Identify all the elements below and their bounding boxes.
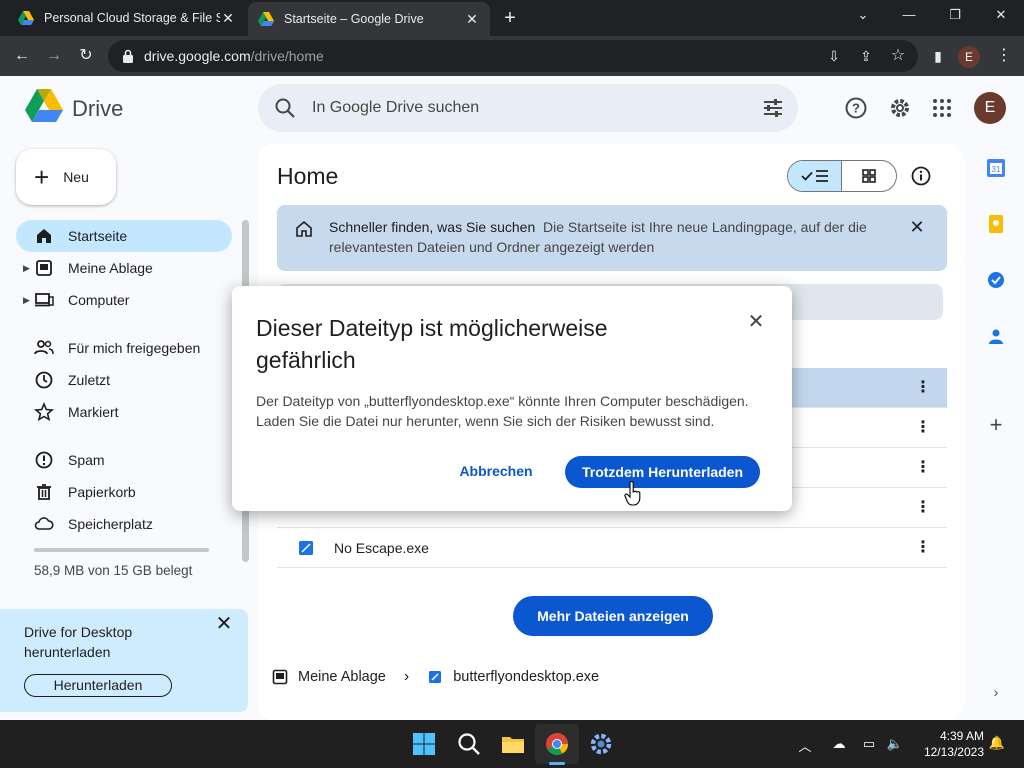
tab-title: Personal Cloud Storage & File Sh	[44, 11, 220, 25]
google-drive-favicon-icon	[258, 12, 274, 26]
notification-bell-icon[interactable]: 🔔	[988, 735, 1006, 751]
address-bar[interactable]: drive.google.com/drive/home	[108, 40, 918, 72]
clock-time: 4:39 AM	[939, 729, 984, 743]
bookmark-star-icon[interactable]: ☆	[884, 42, 912, 70]
url-path: /drive/home	[250, 48, 324, 64]
volume-muted-icon[interactable]: 🔈	[886, 736, 904, 752]
network-offline-icon[interactable]: ☁	[830, 736, 848, 752]
download-anyway-button[interactable]: Trotzdem Herunterladen	[565, 456, 760, 488]
tab-personal-cloud-storage[interactable]: Personal Cloud Storage & File Sh ✕	[8, 0, 246, 36]
clock-date: 12/13/2023	[923, 745, 984, 759]
browser-menu-icon[interactable]: ⋮	[990, 42, 1018, 70]
url-host: drive.google.com	[144, 48, 251, 64]
taskbar-search-icon[interactable]	[456, 731, 482, 757]
minimize-button[interactable]: —	[886, 0, 932, 32]
tab-startseite-google-drive[interactable]: Startseite – Google Drive ✕	[248, 2, 490, 36]
cancel-button[interactable]: Abbrechen	[444, 456, 548, 486]
install-app-icon[interactable]: ⇩	[820, 42, 848, 70]
google-drive-favicon-icon	[18, 11, 34, 25]
side-panel-icon[interactable]: ▮	[924, 42, 952, 70]
dangerous-file-dialog: Dieser Dateityp ist möglicherweise gefäh…	[232, 286, 792, 511]
browser-tab-strip: Personal Cloud Storage & File Sh ✕ Start…	[0, 0, 1024, 36]
new-tab-button[interactable]: +	[498, 6, 522, 30]
lock-icon	[123, 49, 133, 63]
tab-title: Startseite – Google Drive	[284, 12, 424, 26]
tab-search-chevron-icon[interactable]: ⌄	[840, 0, 886, 32]
reload-button[interactable]: ↻	[72, 42, 100, 70]
browser-toolbar: ← → ↻ drive.google.com/drive/home ⇩ ⇪ ☆ …	[0, 36, 1024, 76]
browser-profile-avatar[interactable]: E	[958, 46, 980, 68]
dialog-close-icon[interactable]: ✕	[746, 312, 766, 332]
restore-button[interactable]: ❐	[932, 0, 978, 32]
back-button[interactable]: ←	[8, 42, 36, 70]
share-icon[interactable]: ⇪	[852, 42, 880, 70]
tab-close-icon[interactable]: ✕	[464, 11, 480, 28]
forward-button[interactable]: →	[40, 42, 68, 70]
tab-close-icon[interactable]: ✕	[220, 10, 236, 27]
display-icon[interactable]: ▭	[860, 736, 878, 752]
dialog-body: Der Dateityp von „butterflyondesktop.exe…	[256, 393, 749, 429]
tray-overflow-chevron-icon[interactable]: ︿	[796, 736, 814, 754]
file-explorer-icon[interactable]	[500, 731, 526, 757]
window-close-button[interactable]: ✕	[978, 0, 1024, 32]
active-app-indicator	[549, 762, 565, 765]
taskbar-clock[interactable]: 4:39 AM 12/13/2023	[914, 728, 984, 760]
dialog-title: Dieser Dateityp ist möglicherweise gefäh…	[256, 315, 608, 373]
chrome-icon[interactable]	[544, 731, 570, 757]
windows-start-icon[interactable]	[411, 731, 437, 757]
hand-pointer-cursor-icon	[624, 481, 641, 506]
settings-app-icon[interactable]	[588, 731, 614, 757]
